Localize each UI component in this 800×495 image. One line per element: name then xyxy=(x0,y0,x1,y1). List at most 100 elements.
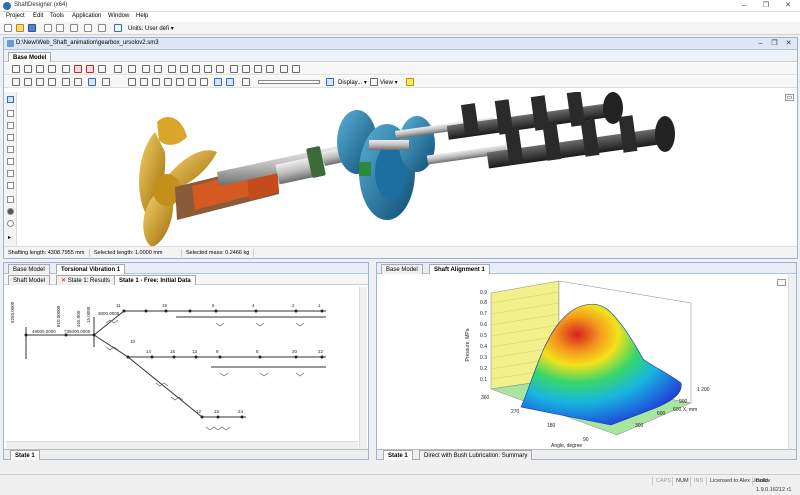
tab-state1-left[interactable]: State 1 xyxy=(10,450,40,460)
light-icon[interactable] xyxy=(406,78,414,86)
align-right-icon[interactable] xyxy=(36,65,44,73)
tab-shaft-alignment[interactable]: Shaft Alignment 1 xyxy=(429,264,490,274)
rect-tool-icon[interactable] xyxy=(7,122,14,129)
shaft-tool-icon[interactable] xyxy=(7,146,14,153)
close-button[interactable]: ✕ xyxy=(780,0,796,11)
open-folder-icon[interactable] xyxy=(16,24,24,32)
subtab-state1-initial-data[interactable]: State 1 - Free: Initial Data xyxy=(114,275,196,285)
transparency-slider[interactable] xyxy=(258,80,320,84)
split-icon[interactable] xyxy=(180,65,188,73)
dimension-icon[interactable] xyxy=(292,65,300,73)
subtab-state1-results[interactable]: ✕ State 1: Results xyxy=(56,275,116,285)
menu-project[interactable]: Project xyxy=(6,13,25,19)
tab-left-base-model[interactable]: Base Model xyxy=(8,264,50,274)
text-icon[interactable] xyxy=(280,65,288,73)
display-settings-icon[interactable] xyxy=(326,78,334,86)
rotate-icon[interactable] xyxy=(102,78,110,86)
new-file-icon[interactable] xyxy=(4,24,12,32)
tab-state1-right[interactable]: State 1 xyxy=(383,450,413,460)
zoom-in-icon[interactable] xyxy=(176,78,184,86)
select-tool-icon[interactable] xyxy=(7,96,14,103)
zoom-out-icon[interactable] xyxy=(188,78,196,86)
menu-help[interactable]: Help xyxy=(136,13,148,19)
3d-viewport[interactable]: ▭ xyxy=(17,92,797,247)
move-icon[interactable] xyxy=(88,78,96,86)
section-icon[interactable] xyxy=(204,65,212,73)
zoom-window-icon[interactable] xyxy=(164,78,172,86)
tab-bush-lubrication-summary[interactable]: Direct with Bush Lubrication: Summary xyxy=(419,450,533,460)
chart-options-button[interactable] xyxy=(777,279,786,286)
navigate-left-icon[interactable] xyxy=(214,78,222,86)
pressure-chart[interactable]: 0.1 0.2 0.3 0.4 0.5 0.6 0.7 0.8 0.9 Pres… xyxy=(381,275,787,449)
coupling-icon[interactable] xyxy=(216,65,224,73)
menu-application[interactable]: Application xyxy=(72,13,101,19)
viewport-options-button[interactable]: ▭ xyxy=(785,94,794,101)
flag-icon[interactable] xyxy=(62,65,70,73)
point-tool-icon[interactable] xyxy=(7,208,14,215)
print-icon[interactable] xyxy=(56,24,64,32)
subtab-shaft-model[interactable]: Shaft Model xyxy=(8,275,51,285)
orbit-icon[interactable] xyxy=(152,78,160,86)
menu-tools[interactable]: Tools xyxy=(50,13,64,19)
navigate-right-icon[interactable] xyxy=(226,78,234,86)
shaft-icon[interactable] xyxy=(128,65,136,73)
target-tool-icon[interactable] xyxy=(7,220,14,227)
move-left-icon[interactable] xyxy=(142,65,150,73)
align-center-icon[interactable] xyxy=(24,65,32,73)
coupling-tool-icon[interactable] xyxy=(7,182,14,189)
distribute-icon[interactable] xyxy=(48,65,56,73)
move-right-icon[interactable] xyxy=(154,65,162,73)
mass-icon[interactable] xyxy=(254,65,262,73)
spring-icon[interactable] xyxy=(266,65,274,73)
arc-tool-icon[interactable] xyxy=(7,134,14,141)
gear-tool-icon[interactable] xyxy=(7,170,14,177)
align-left-icon[interactable] xyxy=(12,65,20,73)
minimize-button[interactable]: – xyxy=(736,0,752,11)
tab-base-model[interactable]: Base Model xyxy=(8,52,52,62)
table-icon[interactable] xyxy=(24,78,32,86)
window-layout-icon[interactable] xyxy=(44,24,52,32)
cut-icon[interactable] xyxy=(84,24,92,32)
up-icon[interactable] xyxy=(62,78,70,86)
flywheel-icon[interactable] xyxy=(242,65,250,73)
left-pane-vscroll[interactable] xyxy=(359,287,367,449)
line-tool-icon[interactable] xyxy=(7,110,14,117)
bars-icon[interactable] xyxy=(36,78,44,86)
paste-icon[interactable] xyxy=(98,24,106,32)
cut-element-icon[interactable] xyxy=(86,65,94,73)
units-dropdown[interactable]: Units: User defi ▾ xyxy=(128,25,174,32)
doc-restore-button[interactable]: ❐ xyxy=(770,39,779,48)
doc-close-button[interactable]: ✕ xyxy=(784,39,793,48)
menu-edit[interactable]: Edit xyxy=(33,13,43,19)
save-icon[interactable] xyxy=(28,24,36,32)
bearing-icon[interactable] xyxy=(114,65,122,73)
arrow-left-icon[interactable] xyxy=(98,65,106,73)
gear-icon[interactable] xyxy=(230,65,238,73)
menu-window[interactable]: Window xyxy=(108,13,129,19)
support-tool-icon[interactable] xyxy=(7,196,14,203)
copy-icon[interactable] xyxy=(70,24,78,32)
bearing-tool-icon[interactable] xyxy=(7,158,14,165)
zoom-all-icon[interactable] xyxy=(200,78,208,86)
join-icon[interactable] xyxy=(192,65,200,73)
expand-icon[interactable]: ▸ xyxy=(8,234,11,241)
display-menu[interactable]: Display... ▾ xyxy=(338,79,367,86)
node-label-14: 14 xyxy=(146,349,152,354)
grid-icon[interactable] xyxy=(12,78,20,86)
magnify-icon[interactable] xyxy=(242,78,250,86)
torsional-diagram[interactable]: 49000.0000 735000.0000 3000.0000 11 15 6… xyxy=(6,287,358,449)
list-icon[interactable] xyxy=(48,78,56,86)
view-menu[interactable]: View ▾ xyxy=(380,79,398,86)
insert-icon[interactable] xyxy=(168,65,176,73)
restore-button[interactable]: ❐ xyxy=(758,0,774,11)
tab-right-base-model[interactable]: Base Model xyxy=(381,264,423,274)
view-icon[interactable] xyxy=(370,78,378,86)
tab-torsional-vibration[interactable]: Torsional Vibration 1 xyxy=(56,264,126,274)
doc-minimize-button[interactable]: – xyxy=(756,39,765,48)
delete-icon[interactable] xyxy=(74,65,82,73)
pan-icon[interactable] xyxy=(140,78,148,86)
down-icon[interactable] xyxy=(74,78,82,86)
left-pane-hscroll[interactable] xyxy=(6,441,358,449)
fit-icon[interactable] xyxy=(128,78,136,86)
right-pane-vscroll[interactable] xyxy=(788,275,796,449)
